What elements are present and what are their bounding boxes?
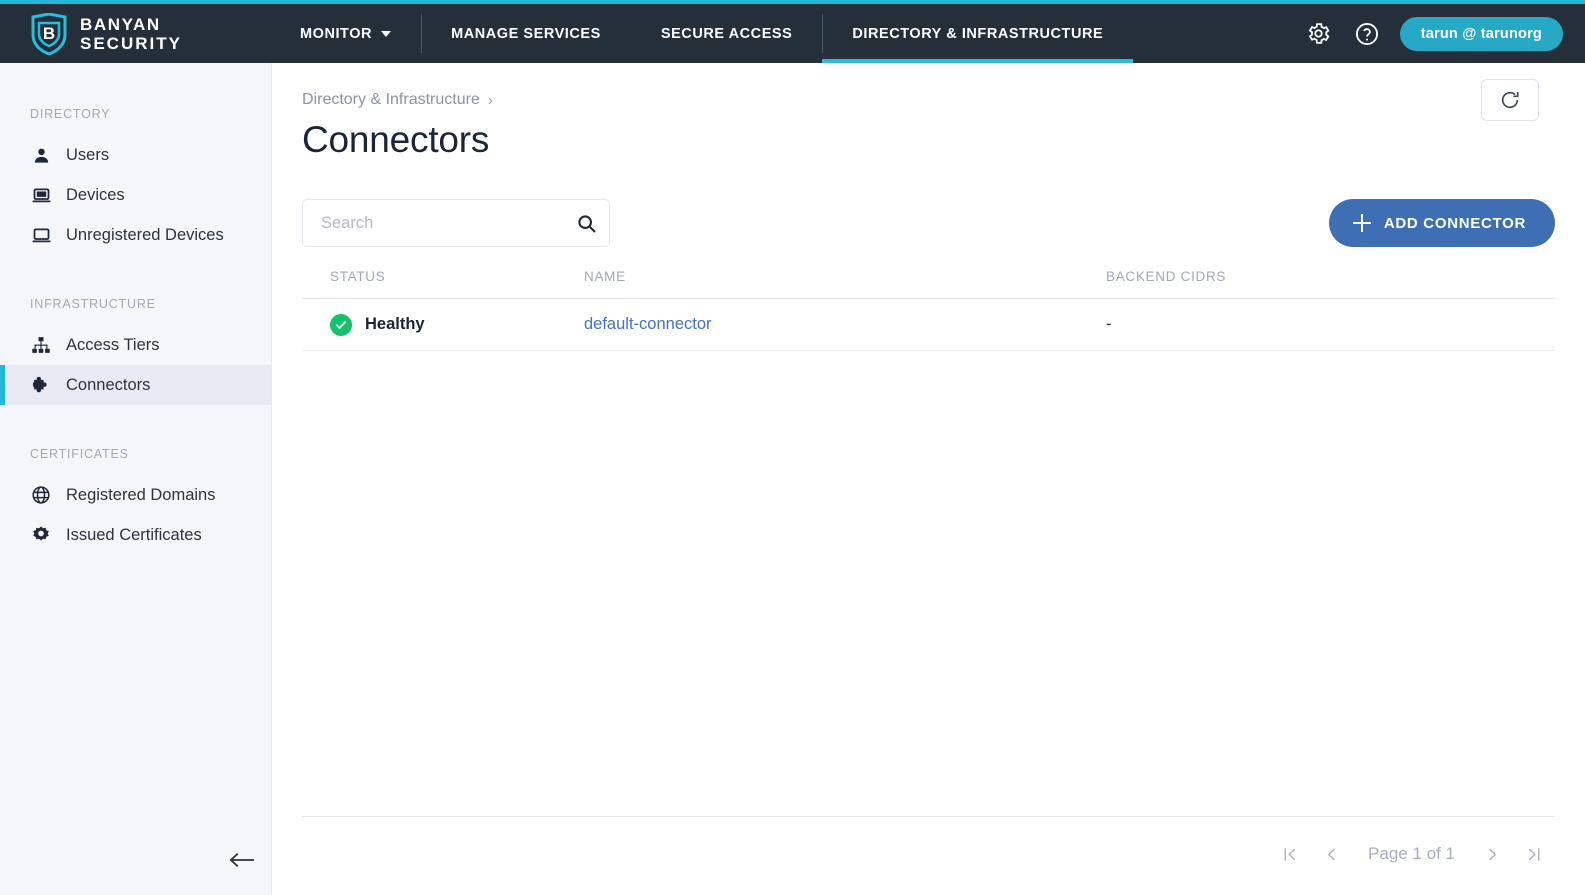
check-circle-icon [330, 314, 352, 336]
sidebar-item-issued-certificates[interactable]: Issued Certificates [0, 515, 271, 555]
nav-item-secure-access[interactable]: SECURE ACCESS [631, 4, 823, 63]
toolbar: ADD CONNECTOR [302, 199, 1555, 247]
nav-label-monitor: MONITOR [300, 26, 372, 42]
user-icon [30, 144, 52, 166]
main-content: Directory & Infrastructure › Connectors … [272, 63, 1585, 895]
sidebar-group-title-infrastructure: INFRASTRUCTURE [0, 297, 271, 311]
connector-name-link[interactable]: default-connector [584, 315, 712, 333]
sidebar-label-access-tiers: Access Tiers [66, 336, 160, 355]
sidebar-item-users[interactable]: Users [0, 135, 271, 175]
arrow-left-icon[interactable] [225, 843, 259, 877]
sidebar-label-connectors: Connectors [66, 376, 150, 395]
question-circle-icon[interactable] [1352, 19, 1382, 49]
page-title: Connectors [302, 119, 489, 161]
nav-label-secure-access: SECURE ACCESS [661, 26, 793, 42]
pagination-divider [302, 816, 1555, 817]
add-connector-label: ADD CONNECTOR [1384, 215, 1526, 232]
sidebar-label-unregistered-devices: Unregistered Devices [66, 226, 224, 245]
certificate-seal-icon [30, 524, 52, 546]
nav-item-monitor[interactable]: MONITOR [270, 4, 421, 63]
pagination-label: Page 1 of 1 [1352, 844, 1471, 864]
puzzle-piece-icon [30, 374, 52, 396]
laptop-filled-icon [30, 184, 52, 206]
cell-backend-cidrs: - [1106, 315, 1506, 334]
sidebar-label-users: Users [66, 146, 109, 165]
cell-status: Healthy [302, 314, 584, 336]
breadcrumb-separator: › [488, 92, 493, 109]
chevron-right-icon[interactable] [1471, 833, 1513, 875]
nav-label-manage-services: MANAGE SERVICES [451, 26, 601, 42]
brand-name: BANYAN SECURITY [80, 15, 182, 53]
status-label: Healthy [365, 315, 425, 334]
refresh-icon[interactable] [1481, 79, 1539, 121]
table-row[interactable]: Healthy default-connector - [302, 299, 1555, 351]
breadcrumb-parent[interactable]: Directory & Infrastructure [302, 91, 480, 109]
chevron-left-icon[interactable] [1310, 833, 1352, 875]
column-header-name: NAME [584, 269, 1106, 284]
search-icon[interactable] [563, 200, 609, 246]
pagination: Page 1 of 1 [1268, 833, 1555, 875]
sidebar-group-title-certificates: CERTIFICATES [0, 447, 271, 461]
search-input[interactable] [303, 214, 563, 233]
connectors-table: STATUS NAME BACKEND CIDRS Healthy defaul… [302, 269, 1555, 351]
plus-icon [1353, 214, 1371, 232]
sidebar-label-registered-domains: Registered Domains [66, 486, 215, 505]
nav-item-manage-services[interactable]: MANAGE SERVICES [421, 4, 631, 63]
table-header-row: STATUS NAME BACKEND CIDRS [302, 269, 1555, 299]
brand-line-2: SECURITY [80, 34, 182, 53]
sidebar-item-connectors[interactable]: Connectors [0, 365, 271, 405]
sidebar-item-unregistered-devices[interactable]: Unregistered Devices [0, 215, 271, 255]
sidebar-item-access-tiers[interactable]: Access Tiers [0, 325, 271, 365]
svg-text:B: B [43, 24, 55, 43]
banyan-shield-logo-icon: B [30, 13, 68, 55]
app-header: B BANYAN SECURITY MONITOR MANAGE SERVICE… [0, 4, 1585, 63]
breadcrumb: Directory & Infrastructure › [302, 91, 493, 109]
search-box[interactable] [302, 199, 610, 247]
hierarchy-icon [30, 334, 52, 356]
sidebar-label-issued-certificates: Issued Certificates [66, 526, 202, 545]
header-actions: tarun @ tarunorg [1304, 17, 1585, 51]
sidebar-item-registered-domains[interactable]: Registered Domains [0, 475, 271, 515]
laptop-outline-icon [30, 224, 52, 246]
sidebar-label-devices: Devices [66, 186, 125, 205]
brand-logo[interactable]: B BANYAN SECURITY [0, 13, 240, 55]
chevron-down-icon [381, 31, 391, 37]
last-page-icon[interactable] [1513, 833, 1555, 875]
nav-label-directory-infrastructure: DIRECTORY & INFRASTRUCTURE [852, 26, 1103, 42]
brand-line-1: BANYAN [80, 15, 161, 34]
column-header-status: STATUS [302, 269, 584, 284]
first-page-icon[interactable] [1268, 833, 1310, 875]
sidebar: DIRECTORY Users Devices Unregistere [0, 63, 272, 895]
globe-icon [30, 484, 52, 506]
nav-item-directory-infrastructure[interactable]: DIRECTORY & INFRASTRUCTURE [822, 4, 1133, 63]
user-account-badge[interactable]: tarun @ tarunorg [1400, 17, 1563, 51]
cell-name: default-connector [584, 315, 1106, 334]
sidebar-group-title-directory: DIRECTORY [0, 107, 271, 121]
column-header-backend-cidrs: BACKEND CIDRS [1106, 269, 1506, 284]
gear-icon[interactable] [1304, 19, 1334, 49]
sidebar-item-devices[interactable]: Devices [0, 175, 271, 215]
add-connector-button[interactable]: ADD CONNECTOR [1329, 199, 1555, 247]
main-navigation: MONITOR MANAGE SERVICES SECURE ACCESS DI… [270, 4, 1133, 63]
